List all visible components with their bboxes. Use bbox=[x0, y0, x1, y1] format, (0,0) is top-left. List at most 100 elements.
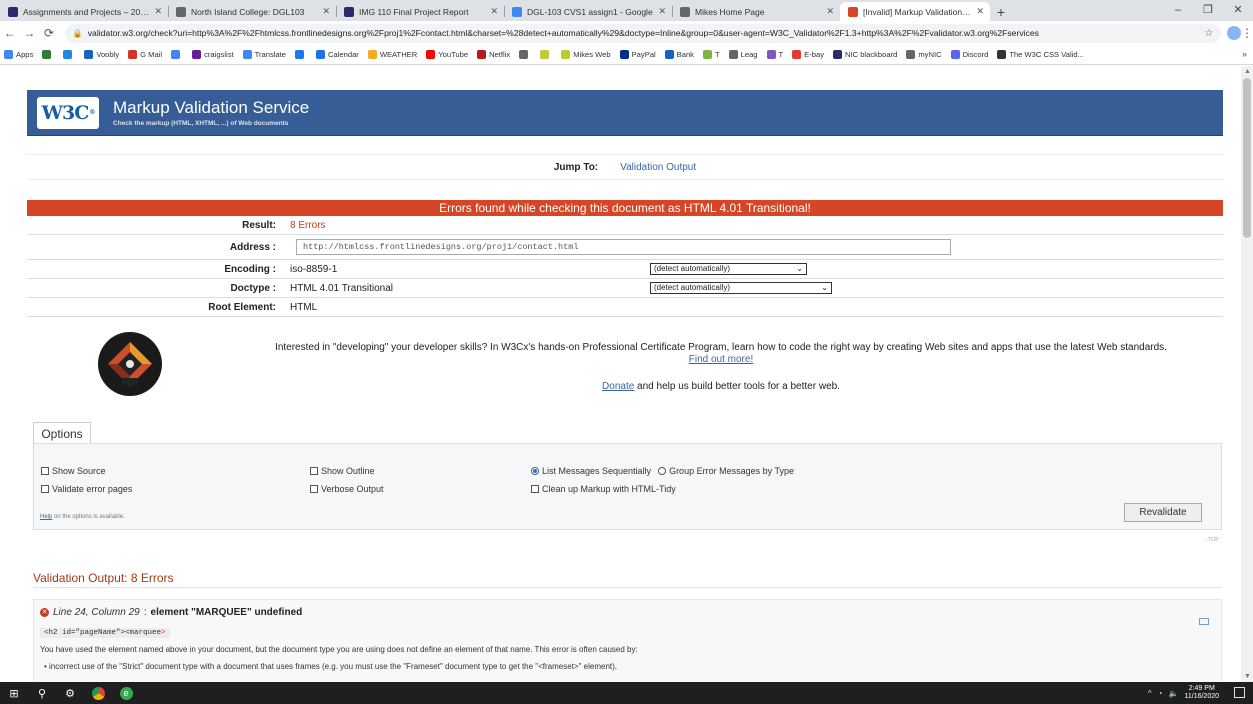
minimize-icon[interactable]: – bbox=[1163, 0, 1193, 21]
back-icon[interactable]: ← bbox=[0, 26, 20, 40]
bookmark-item[interactable] bbox=[519, 50, 531, 59]
help-link[interactable]: Help bbox=[40, 514, 52, 520]
chevron-down-icon: ⌄ bbox=[796, 264, 803, 273]
bookmark-item[interactable]: PayPal bbox=[619, 50, 656, 59]
options-tab[interactable]: Options bbox=[33, 422, 91, 444]
bookmark-item[interactable]: YouTube bbox=[426, 50, 468, 59]
bookmark-item[interactable]: The W3C CSS Valid... bbox=[997, 50, 1084, 59]
w3cx-badge-image[interactable] bbox=[98, 332, 162, 396]
bookmark-item[interactable]: T bbox=[766, 50, 783, 59]
bookmark-label: Translate bbox=[254, 50, 286, 59]
donate-link[interactable]: Donate bbox=[602, 381, 634, 392]
html-tidy-checkbox[interactable] bbox=[531, 485, 539, 493]
tab-close-icon[interactable]: ✕ bbox=[490, 6, 498, 17]
tab-favicon-icon bbox=[176, 6, 186, 17]
menu-icon[interactable]: ⋮ bbox=[1241, 26, 1253, 40]
scroll-down-icon[interactable]: ▼ bbox=[1244, 673, 1251, 680]
address-input[interactable]: http://htmlcss.frontlinedesigns.org/proj… bbox=[296, 239, 951, 255]
close-icon[interactable]: ✕ bbox=[1223, 0, 1253, 21]
scroll-up-icon[interactable]: ▲ bbox=[1244, 68, 1251, 75]
address-bar[interactable]: 🔒 validator.w3.org/check?uri=http%3A%2F%… bbox=[64, 23, 1222, 43]
bookmark-item[interactable]: Discord bbox=[950, 50, 988, 59]
jump-to-label: Jump To: bbox=[553, 161, 599, 173]
show-outline-option[interactable]: Show Outline bbox=[310, 466, 375, 476]
root-element-label: Root Element: bbox=[208, 301, 276, 313]
bookmark-item[interactable]: craigslist bbox=[192, 50, 234, 59]
encoding-select[interactable]: (detect automatically) ⌄ bbox=[650, 263, 807, 275]
clock[interactable]: 2:49 PM 11/16/2020 bbox=[1184, 685, 1219, 701]
html-tidy-option[interactable]: Clean up Markup with HTML-Tidy bbox=[531, 484, 676, 494]
w3c-logo[interactable]: W3C ® bbox=[37, 96, 99, 129]
find-out-more-link[interactable]: Find out more! bbox=[689, 354, 753, 365]
tab-close-icon[interactable]: ✕ bbox=[154, 6, 162, 17]
bookmark-item[interactable]: NIC blackboard bbox=[833, 50, 897, 59]
forward-icon[interactable]: → bbox=[20, 26, 40, 40]
validation-output-title: Validation Output: 8 Errors bbox=[33, 571, 1222, 588]
validate-error-pages-checkbox[interactable] bbox=[41, 485, 49, 493]
chevron-up-icon[interactable]: ^ bbox=[1148, 689, 1152, 698]
bookmark-favicon-icon bbox=[664, 50, 674, 59]
show-source-option[interactable]: Show Source bbox=[41, 466, 106, 476]
browser-tab[interactable]: North Island College: DGL103 ✕ bbox=[168, 2, 336, 21]
bookmark-item[interactable] bbox=[63, 50, 75, 59]
bookmark-item[interactable]: T bbox=[702, 50, 720, 59]
browser-tab[interactable]: DGL-103 CVS1 assign1 - Google ✕ bbox=[504, 2, 672, 21]
reload-icon[interactable]: ⟳ bbox=[39, 26, 59, 40]
bookmark-item[interactable]: WEATHER bbox=[367, 50, 417, 59]
edge-icon[interactable]: e bbox=[112, 682, 140, 704]
restore-icon[interactable]: ❐ bbox=[1193, 0, 1223, 21]
profile-avatar[interactable] bbox=[1227, 26, 1241, 40]
bookmark-item[interactable]: E-bay bbox=[792, 50, 824, 59]
bookmarks-overflow-icon[interactable]: » bbox=[1242, 49, 1247, 59]
list-sequentially-option[interactable]: List Messages Sequentially Group Error M… bbox=[531, 466, 794, 476]
network-icon[interactable]: ◔ bbox=[1158, 689, 1163, 698]
tab-close-icon[interactable]: ✕ bbox=[322, 6, 330, 17]
search-icon[interactable]: ⚲ bbox=[28, 682, 56, 704]
bookmark-item[interactable]: Voobly bbox=[84, 50, 119, 59]
new-tab-button[interactable]: + bbox=[990, 2, 1012, 21]
bookmark-item[interactable]: myNIC bbox=[906, 50, 942, 59]
volume-icon[interactable]: 🔈 bbox=[1169, 689, 1179, 698]
show-source-checkbox[interactable] bbox=[41, 467, 49, 475]
group-by-type-radio[interactable] bbox=[658, 467, 667, 475]
verbose-output-option[interactable]: Verbose Output bbox=[310, 484, 384, 494]
revalidate-button[interactable]: Revalidate bbox=[1124, 503, 1202, 522]
browser-tab[interactable]: Mikes Home Page ✕ bbox=[672, 2, 840, 21]
bookmark-item[interactable]: Apps bbox=[4, 50, 33, 59]
verbose-output-checkbox[interactable] bbox=[310, 485, 318, 493]
browser-tab[interactable]: [Invalid] Markup Validation of htr ✕ bbox=[840, 2, 990, 21]
settings-gear-icon[interactable]: ⚙ bbox=[56, 682, 84, 704]
browser-tab[interactable]: IMG 110 Final Project Report ✕ bbox=[336, 2, 504, 21]
lock-icon[interactable]: 🔒 bbox=[73, 29, 83, 38]
jump-to-bar: Jump To: Validation Output bbox=[27, 154, 1223, 180]
bookmark-item[interactable] bbox=[42, 50, 54, 59]
windows-start-icon[interactable]: ⊞ bbox=[0, 682, 28, 704]
chrome-icon[interactable] bbox=[84, 682, 112, 704]
scrollbar-thumb[interactable] bbox=[1243, 78, 1251, 238]
bookmark-item[interactable] bbox=[171, 50, 183, 59]
bookmark-item[interactable]: G Mail bbox=[128, 50, 162, 59]
bookmark-item[interactable]: Leag bbox=[728, 50, 758, 59]
jump-to-validation-output-link[interactable]: Validation Output bbox=[620, 162, 696, 173]
notification-icon[interactable] bbox=[1234, 687, 1245, 698]
doctype-select[interactable]: (detect automatically) ⌄ bbox=[650, 282, 832, 294]
tab-close-icon[interactable]: ✕ bbox=[658, 6, 666, 17]
star-icon[interactable]: ☆ bbox=[1204, 28, 1213, 39]
bookmark-favicon-icon bbox=[702, 50, 712, 59]
validate-error-pages-option[interactable]: Validate error pages bbox=[41, 484, 132, 494]
bookmark-item[interactable]: Netflix bbox=[477, 50, 510, 59]
top-link[interactable]: ↑TOP bbox=[1205, 537, 1219, 543]
browser-tab[interactable]: Assignments and Projects – 2020 ✕ bbox=[0, 2, 168, 21]
mail-icon[interactable] bbox=[1199, 618, 1209, 625]
list-sequentially-radio[interactable] bbox=[531, 467, 539, 475]
show-outline-checkbox[interactable] bbox=[310, 467, 318, 475]
bookmark-item[interactable]: Mikes Web bbox=[561, 50, 611, 59]
page-scrollbar[interactable]: ▲ ▼ bbox=[1241, 66, 1253, 682]
tab-close-icon[interactable]: ✕ bbox=[976, 6, 984, 17]
bookmark-item[interactable]: Bank bbox=[664, 50, 694, 59]
bookmark-item[interactable]: Translate bbox=[242, 50, 286, 59]
bookmark-item[interactable] bbox=[540, 50, 552, 59]
tab-close-icon[interactable]: ✕ bbox=[826, 6, 834, 17]
bookmark-item[interactable]: Calendar bbox=[316, 50, 359, 59]
bookmark-item[interactable] bbox=[295, 50, 307, 59]
